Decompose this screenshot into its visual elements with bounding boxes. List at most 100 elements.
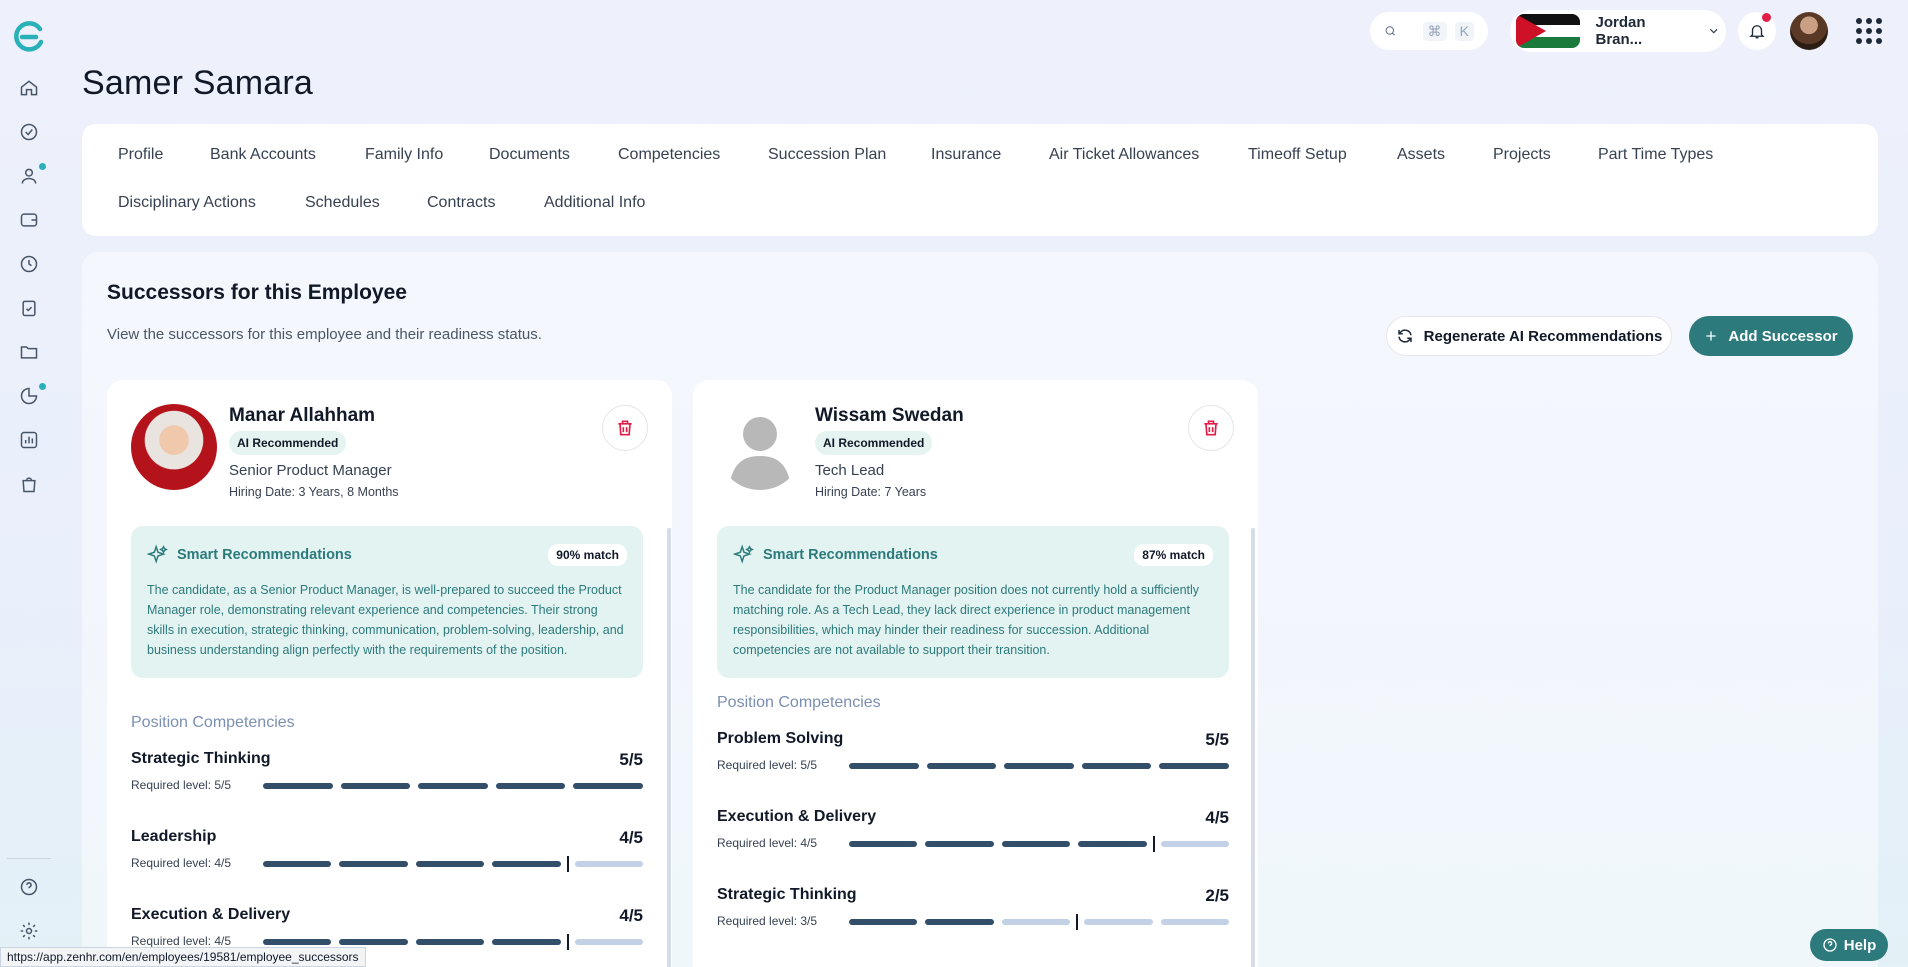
competency-level-bar (263, 934, 644, 950)
delete-successor-button[interactable] (602, 405, 648, 451)
clipboard-check-icon[interactable] (15, 294, 43, 322)
card-scrollbar[interactable] (667, 528, 671, 967)
level-segment-filled (573, 783, 643, 789)
help-circle-icon (1823, 938, 1837, 952)
tab-assets[interactable]: Assets (1397, 146, 1445, 164)
tab-family-info[interactable]: Family Info (365, 146, 443, 164)
competency-name: Leadership (131, 828, 217, 845)
help-label: Help (1843, 936, 1877, 954)
add-successor-label: Add Successor (1728, 327, 1838, 345)
shopping-bag-icon[interactable] (15, 470, 43, 498)
competency-required-level: Required level: 3/5 (717, 914, 818, 928)
competency-row: Leadership 4/5 Required level: 4/5 (131, 828, 644, 872)
level-segment-filled (849, 841, 918, 847)
successor-hiring-date: Hiring Date: 7 Years (815, 485, 927, 499)
card-scrollbar[interactable] (1251, 528, 1255, 967)
tab-insurance[interactable]: Insurance (931, 146, 1001, 164)
level-segment-filled (415, 861, 485, 867)
competency-name: Problem Solving (717, 730, 844, 747)
level-segment-filled (415, 939, 485, 945)
global-search[interactable]: ⌘ K (1370, 12, 1488, 50)
ai-recommended-badge: AI Recommended (229, 431, 347, 455)
tab-profile[interactable]: Profile (118, 146, 163, 164)
competency-name: Strategic Thinking (131, 750, 271, 767)
tab-additional-info[interactable]: Additional Info (544, 194, 645, 212)
competency-level-bar (263, 783, 643, 789)
tab-air-ticket-allowances[interactable]: Air Ticket Allowances (1049, 146, 1199, 164)
successor-role: Tech Lead (815, 462, 885, 479)
trash-icon (618, 420, 632, 436)
tab-competencies[interactable]: Competencies (618, 146, 720, 164)
level-segment-filled (339, 939, 408, 945)
smart-recommendations-text: The candidate, as a Senior Product Manag… (147, 583, 624, 657)
position-competencies-heading: Position Competencies (717, 694, 881, 711)
tab-disciplinary-actions[interactable]: Disciplinary Actions (118, 194, 256, 212)
competency-level-bar (849, 914, 1230, 930)
competency-required-level: Required level: 4/5 (131, 934, 232, 948)
home-icon[interactable] (15, 74, 43, 102)
add-successor-button[interactable]: Add Successor (1689, 316, 1853, 356)
folder-icon[interactable] (15, 338, 43, 366)
competency-name: Execution & Delivery (717, 808, 877, 825)
position-competencies-heading: Position Competencies (131, 714, 295, 731)
tab-timeoff-setup[interactable]: Timeoff Setup (1248, 146, 1347, 164)
status-url: https://app.zenhr.com/en/employees/19581… (0, 947, 366, 967)
reports-chart-icon[interactable] (15, 426, 43, 454)
competency-row: Strategic Thinking 2/5 Required level: 3… (717, 886, 1230, 930)
delete-successor-button[interactable] (1188, 405, 1234, 451)
employees-icon[interactable] (15, 162, 46, 190)
section-title: Successors for this Employee (107, 281, 407, 304)
level-segment-filled (849, 763, 919, 769)
user-avatar[interactable] (1790, 12, 1828, 50)
level-segment-empty (1001, 919, 1071, 925)
sidebar-divider (7, 858, 51, 859)
competency-required-level: Required level: 4/5 (717, 836, 818, 850)
successor-name: Wissam Swedan (815, 405, 964, 426)
level-segment-filled (263, 861, 332, 867)
section-subtitle: View the successors for this employee an… (107, 326, 542, 343)
sidebar (0, 0, 58, 967)
apps-grid-icon[interactable] (1856, 18, 1882, 44)
help-button[interactable]: Help (1810, 929, 1888, 961)
chevron-down-icon (1709, 28, 1718, 34)
sparkle-icon (733, 544, 754, 564)
regenerate-ai-button[interactable]: Regenerate AI Recommendations (1386, 316, 1672, 356)
competency-row: Problem Solving 5/5 Required level: 5/5 (717, 730, 1229, 772)
tab-schedules[interactable]: Schedules (305, 194, 380, 212)
smart-recommendations-title: Smart Recommendations (177, 547, 352, 563)
required-level-marker (1152, 836, 1155, 852)
regenerate-ai-label: Regenerate AI Recommendations (1423, 327, 1663, 345)
competency-required-level: Required level: 5/5 (131, 778, 232, 792)
trash-icon (1204, 420, 1218, 436)
level-segment-empty (1160, 841, 1230, 847)
competency-row: Execution & Delivery 4/5 Required level:… (717, 808, 1230, 852)
level-segment-filled (925, 919, 994, 925)
notification-dot (39, 163, 46, 170)
clock-icon[interactable] (15, 250, 43, 278)
settings-gear-icon[interactable] (15, 917, 43, 945)
tab-documents[interactable]: Documents (489, 146, 570, 164)
competency-level-bar (849, 763, 1229, 769)
pie-chart-icon[interactable] (15, 382, 46, 410)
level-segment-filled (1078, 841, 1147, 847)
required-level-marker (1076, 914, 1079, 930)
level-segment-filled (925, 841, 994, 847)
company-switcher[interactable]: Jordan Bran... (1510, 10, 1726, 52)
level-segment-empty (1084, 919, 1153, 925)
tab-projects[interactable]: Projects (1493, 146, 1551, 164)
notifications-button[interactable] (1738, 12, 1776, 50)
tab-part-time-types[interactable]: Part Time Types (1598, 146, 1713, 164)
wallet-icon[interactable] (15, 206, 43, 234)
help-circle-icon[interactable] (15, 873, 43, 901)
tab-bank-accounts[interactable]: Bank Accounts (210, 146, 316, 164)
zenhr-logo-icon[interactable] (12, 20, 46, 54)
search-icon (1385, 26, 1395, 36)
search-shortcut: ⌘ K (1422, 21, 1474, 41)
tab-succession-plan[interactable]: Succession Plan (768, 146, 886, 164)
tasks-check-icon[interactable] (15, 118, 43, 146)
competency-score: 4/5 (619, 906, 643, 925)
competency-score: 2/5 (1205, 886, 1229, 905)
plus-icon (1706, 331, 1717, 341)
successor-card: Wissam Swedan AI Recommended Tech Lead H… (693, 380, 1258, 967)
tab-contracts[interactable]: Contracts (427, 194, 495, 212)
